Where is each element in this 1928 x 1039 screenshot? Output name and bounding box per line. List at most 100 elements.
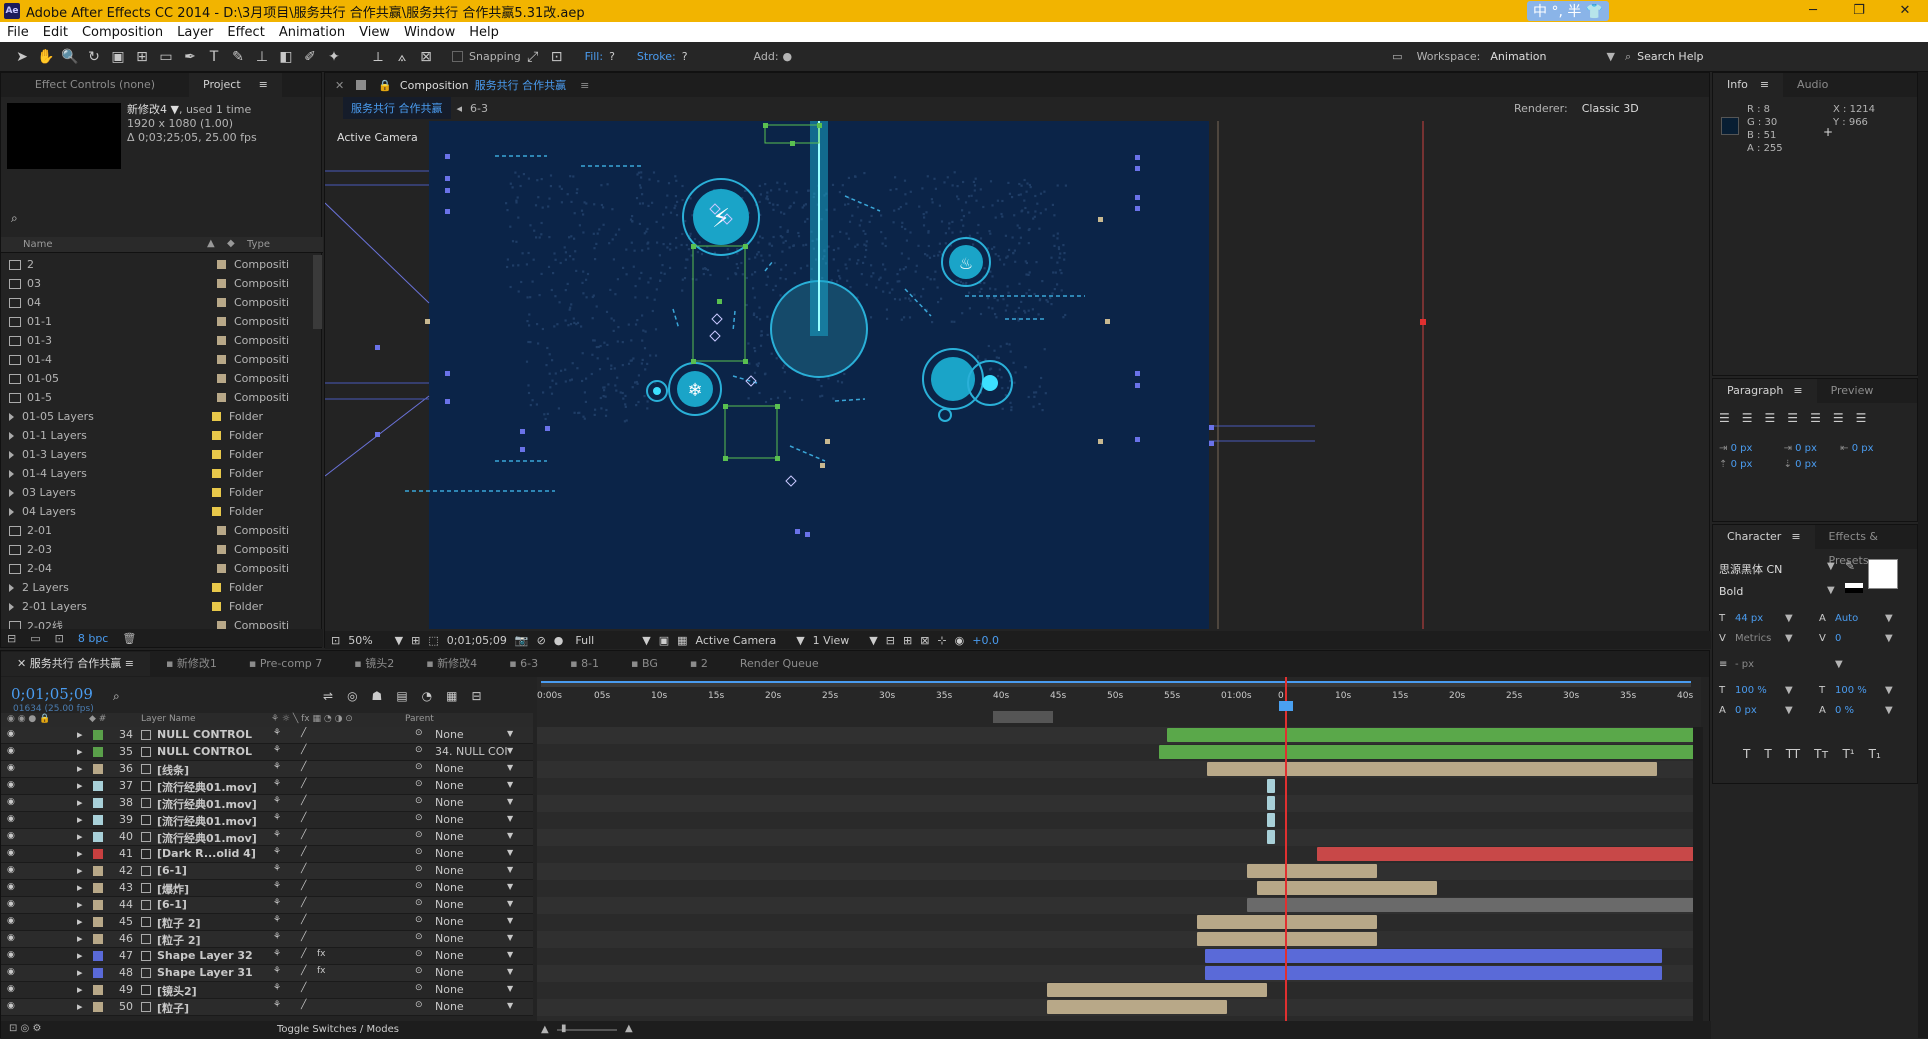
comp-mini-flowchart-icon[interactable]: ⇌ (323, 689, 333, 703)
layer-label-swatch[interactable] (93, 883, 103, 893)
panel-menu-icon[interactable]: ≡ (259, 78, 268, 91)
layer-name[interactable]: NULL CONTROL (157, 728, 267, 741)
expand-arrow-icon[interactable]: ▸ (77, 728, 83, 741)
layer-name[interactable]: Shape Layer 32 (157, 949, 267, 962)
chevron-down-icon[interactable]: ▼ (1607, 50, 1615, 63)
shy-switch-icon[interactable]: ⚘ (273, 796, 281, 806)
close-icon[interactable]: ✕ (335, 79, 344, 92)
quality-switch-icon[interactable]: ╱ (301, 762, 306, 772)
exposure-value[interactable]: +0.0 (972, 634, 999, 647)
parent-select[interactable]: 34. NULL COI (435, 745, 507, 758)
expand-arrow-icon[interactable]: ▸ (77, 762, 83, 775)
pen-tool-icon[interactable]: ✒ (178, 45, 202, 69)
snapping-checkbox[interactable] (452, 51, 463, 62)
chevron-down-icon[interactable]: ▼ (1785, 701, 1819, 721)
chevron-down-icon[interactable]: ▼ (1885, 629, 1893, 649)
fast-preview-icon[interactable]: ⊞ (903, 634, 912, 647)
project-item[interactable]: 01-4 Layers Folder (1, 464, 313, 483)
eye-icon[interactable]: ◉ (7, 1001, 15, 1011)
menu-window[interactable]: Window (397, 25, 462, 40)
parent-select[interactable]: None (435, 966, 507, 979)
shy-icon[interactable]: ☗ (372, 689, 383, 703)
eye-icon[interactable]: ◉ (7, 814, 15, 824)
expand-arrow-icon[interactable]: ▸ (77, 915, 83, 928)
label-color-swatch[interactable] (217, 336, 226, 345)
indent-first-field[interactable]: 0 px (1795, 443, 1817, 454)
chevron-down-icon[interactable]: ▼ (1885, 681, 1893, 701)
expand-arrow-icon[interactable]: ▸ (77, 830, 83, 843)
project-item[interactable]: 03 Compositi (1, 274, 313, 293)
menu-edit[interactable]: Edit (36, 25, 75, 40)
shy-switch-icon[interactable]: ⚘ (273, 898, 281, 908)
eye-icon[interactable]: ◉ (7, 916, 15, 926)
layer-duration-bar[interactable] (1159, 745, 1693, 759)
quality-switch-icon[interactable]: ╱ (301, 915, 306, 925)
layer-track[interactable] (537, 812, 1693, 829)
footer-icons[interactable]: ⊡ ◎ ⚙ (9, 1023, 41, 1034)
view-axis-icon[interactable]: ⊠ (414, 45, 438, 69)
all-caps-icon[interactable]: TT (1786, 747, 1800, 761)
current-time-indicator[interactable] (1285, 677, 1287, 1021)
layer-row[interactable]: ◉ ▸ 38 [流行经典01.mov] ⚘ ╱ ⊙ None ▼ (1, 795, 533, 812)
label-color-swatch[interactable] (217, 355, 226, 364)
shy-switch-icon[interactable]: ⚘ (273, 762, 281, 772)
project-item[interactable]: 2-02线 Compositi (1, 616, 313, 629)
menu-effect[interactable]: Effect (220, 25, 271, 40)
snap-option-icon[interactable]: ⤢ (521, 45, 545, 69)
zoom-tool-icon[interactable]: 🔍 (58, 45, 82, 69)
playhead-handle[interactable] (1279, 701, 1293, 711)
graph-editor-icon[interactable]: ▦ (446, 689, 457, 703)
expand-arrow-icon[interactable]: ▸ (77, 745, 83, 758)
layer-label-swatch[interactable] (93, 968, 103, 978)
quality-switch-icon[interactable]: ╱ (301, 813, 306, 823)
comp-canvas[interactable]: ⚡ ♨ ❄ (325, 121, 1711, 629)
layer-name[interactable]: [流行经典01.mov] (157, 830, 267, 846)
layer-name[interactable]: [流行经典01.mov] (157, 796, 267, 812)
tab-effect-controls[interactable]: Effect Controls (none) (1, 73, 189, 97)
layer-label-swatch[interactable] (93, 1002, 103, 1012)
parent-select[interactable]: None (435, 796, 507, 809)
project-item[interactable]: 01-3 Compositi (1, 331, 313, 350)
toggle-switches-modes[interactable]: Toggle Switches / Modes (277, 1024, 399, 1035)
layer-duration-bar[interactable] (1267, 813, 1275, 827)
chevron-down-icon[interactable]: ▼ (1827, 561, 1835, 572)
layer-track[interactable] (537, 829, 1693, 846)
zoom-select[interactable]: 50% (348, 634, 372, 647)
shy-switch-icon[interactable]: ⚘ (273, 932, 281, 942)
transparency-grid-icon[interactable]: ▦ (677, 634, 687, 647)
layer-duration-bar[interactable] (1167, 728, 1693, 742)
layer-duration-bar[interactable] (1247, 898, 1693, 912)
resolution-select[interactable]: Full (575, 634, 594, 647)
expand-arrow-icon[interactable]: ▸ (77, 966, 83, 979)
timeline-tab[interactable]: ▪ 2 (674, 652, 724, 676)
project-item[interactable]: 04 Compositi (1, 293, 313, 312)
layer-name[interactable]: [6-1] (157, 898, 267, 911)
eye-icon[interactable]: ◉ (7, 729, 15, 739)
eye-icon[interactable]: ◉ (7, 831, 15, 841)
project-item[interactable]: 2-03 Compositi (1, 540, 313, 559)
layer-name[interactable]: [线条] (157, 762, 267, 778)
project-search-icon[interactable]: ⌕ (11, 211, 311, 227)
project-item[interactable]: 01-1 Layers Folder (1, 426, 313, 445)
chevron-down-icon[interactable]: ▼ (507, 763, 513, 772)
parent-pickwhip-icon[interactable]: ⊙ (415, 762, 423, 772)
minimize-button[interactable]: ─ (1790, 0, 1836, 22)
stroke-width-field[interactable]: - px (1735, 655, 1835, 675)
project-item[interactable]: 01-4 Compositi (1, 350, 313, 369)
layer-name[interactable]: [Dark R...olid 4] (157, 847, 267, 860)
align-left-icon[interactable]: ☰ (1719, 411, 1730, 425)
panel-menu-icon[interactable]: ≡ (1760, 78, 1769, 91)
eye-icon[interactable]: ◉ (7, 797, 15, 807)
workspace-select[interactable]: Animation (1490, 50, 1546, 63)
quality-switch-icon[interactable]: ╱ (301, 983, 306, 993)
bpc-button[interactable]: 8 bpc (78, 632, 109, 645)
parent-select[interactable]: None (435, 864, 507, 877)
layer-track[interactable] (537, 880, 1693, 897)
layer-label-swatch[interactable] (93, 866, 103, 876)
layer-duration-bar[interactable] (1205, 966, 1662, 980)
shy-switch-icon[interactable]: ⚘ (273, 966, 281, 976)
parent-select[interactable]: None (435, 1000, 507, 1013)
shy-switch-icon[interactable]: ⚘ (273, 983, 281, 993)
parent-pickwhip-icon[interactable]: ⊙ (415, 949, 423, 959)
chevron-down-icon[interactable]: ▼ (507, 780, 513, 789)
